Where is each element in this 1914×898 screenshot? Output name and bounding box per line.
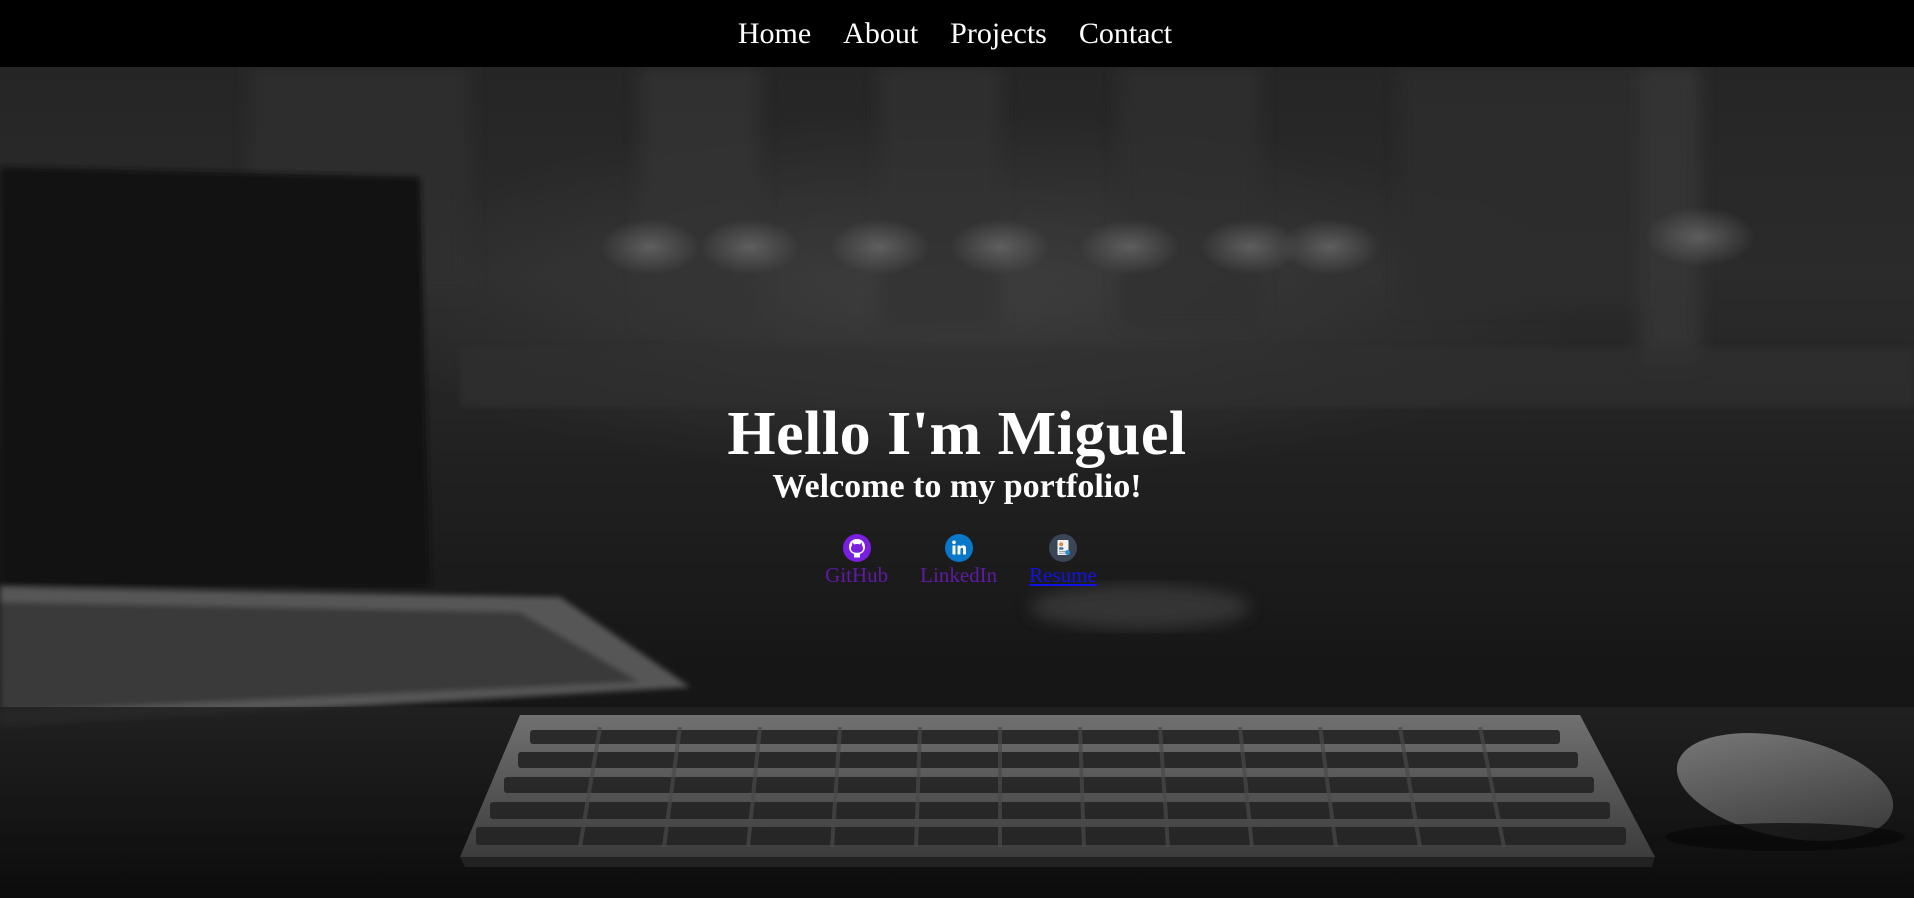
linkedin-icon (944, 534, 973, 562)
nav-contact-link[interactable]: Contact (1063, 0, 1188, 67)
github-label: GitHub (825, 563, 889, 587)
social-links: GitHub LinkedIn Resume (0, 533, 1914, 587)
resume-link[interactable]: Resume (1029, 533, 1097, 587)
hero-subtitle: Welcome to my portfolio! (772, 468, 1142, 505)
linkedin-label: LinkedIn (920, 563, 998, 587)
nav-projects-link[interactable]: Projects (934, 0, 1063, 67)
hero-section: Hello I'm Miguel Welcome to my portfolio… (0, 67, 1914, 898)
portfolio-page: Home About Projects Contact Hello I'm Mi… (0, 0, 1914, 898)
nav-about-link[interactable]: About (827, 0, 934, 67)
hero-content: Hello I'm Miguel Welcome to my portfolio… (0, 67, 1914, 898)
github-link[interactable]: GitHub (825, 533, 888, 587)
linkedin-link[interactable]: LinkedIn (920, 533, 997, 587)
nav-home-link[interactable]: Home (722, 0, 827, 67)
github-icon (842, 534, 871, 562)
hero-title: Hello I'm Miguel (727, 400, 1187, 468)
resume-icon (1048, 534, 1077, 562)
top-navigation: Home About Projects Contact (0, 0, 1914, 67)
resume-label: Resume (1029, 563, 1097, 587)
